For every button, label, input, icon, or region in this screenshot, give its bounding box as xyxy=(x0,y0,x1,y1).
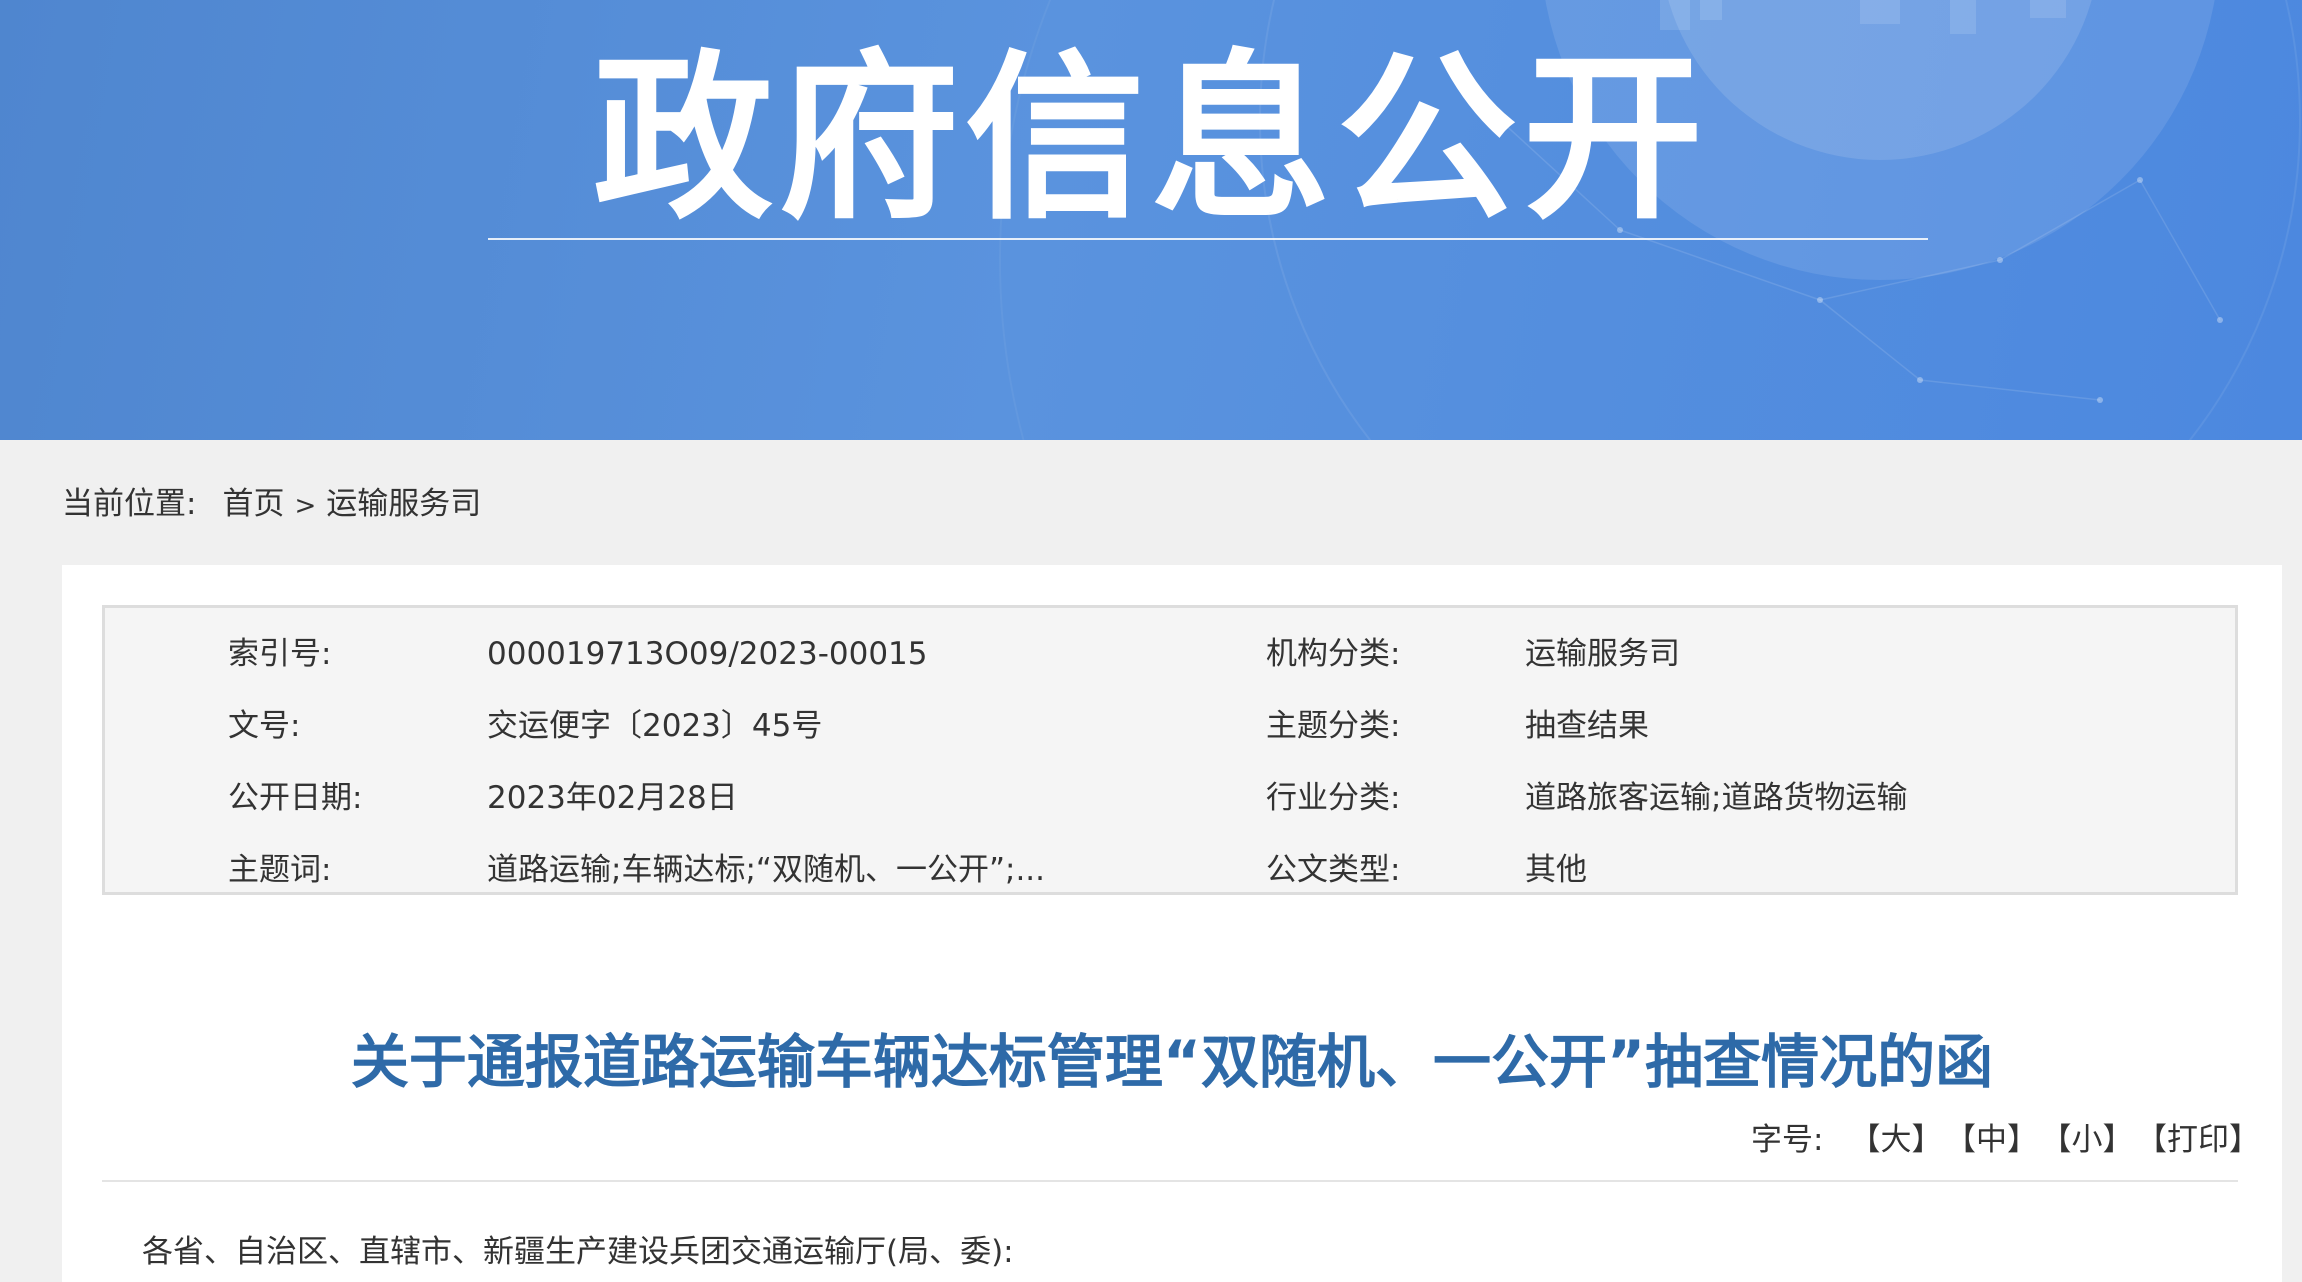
document-salutation: 各省、自治区、直辖市、新疆生产建设兵团交通运输厅(局、委): xyxy=(142,1234,1014,1270)
metadata-row: 主题词: 道路运输;车辆达标;“双随机、一公开”;... 公文类型: 其他 xyxy=(105,834,2235,906)
font-size-label: 字号: xyxy=(1751,1122,1824,1158)
document-metadata-box: 索引号: 000019713O09/2023-00015 机构分类: 运输服务司… xyxy=(102,605,2238,895)
metadata-row: 文号: 交运便字〔2023〕45号 主题分类: 抽查结果 xyxy=(105,690,2235,762)
font-medium-button[interactable]: 【中】 xyxy=(1961,1122,2039,1158)
keywords-label: 主题词: xyxy=(228,852,332,888)
org-category-label: 机构分类: xyxy=(1266,636,1401,672)
metadata-row: 公开日期: 2023年02月28日 行业分类: 道路旅客运输;道路货物运输 xyxy=(105,762,2235,834)
metadata-row: 索引号: 000019713O09/2023-00015 机构分类: 运输服务司 xyxy=(105,618,2235,690)
breadcrumb-label: 当前位置: xyxy=(62,486,197,522)
breadcrumb-separator: > xyxy=(294,491,317,521)
document-type-value: 其他 xyxy=(1525,852,1587,888)
topic-category-label: 主题分类: xyxy=(1266,708,1401,744)
industry-category-value: 道路旅客运输;道路货物运输 xyxy=(1525,780,1908,816)
banner-underline xyxy=(488,238,1928,240)
breadcrumb-home-link[interactable]: 首页 xyxy=(222,486,284,522)
document-number-value: 交运便字〔2023〕45号 xyxy=(487,708,823,744)
publish-date-value: 2023年02月28日 xyxy=(487,780,738,816)
index-number-label: 索引号: xyxy=(228,636,332,672)
content-panel: 索引号: 000019713O09/2023-00015 机构分类: 运输服务司… xyxy=(62,565,2282,1282)
keywords-value: 道路运输;车辆达标;“双随机、一公开”;... xyxy=(487,852,1046,888)
industry-category-label: 行业分类: xyxy=(1266,780,1401,816)
banner-title: 政府信息公开 xyxy=(592,35,1709,244)
topic-category-value: 抽查结果 xyxy=(1525,708,1649,744)
page-banner: 政府信息公开 xyxy=(0,0,2302,440)
document-type-label: 公文类型: xyxy=(1266,852,1401,888)
index-number-value: 000019713O09/2023-00015 xyxy=(487,636,928,672)
breadcrumb-department-link[interactable]: 运输服务司 xyxy=(326,486,481,522)
font-size-toolbar: 字号: 【大】 【中】 【小】 【打印】 xyxy=(1751,1115,2260,1165)
font-large-button[interactable]: 【大】 xyxy=(1850,1122,1943,1158)
org-category-value: 运输服务司 xyxy=(1525,636,1680,672)
publish-date-label: 公开日期: xyxy=(228,780,363,816)
document-number-label: 文号: xyxy=(228,708,301,744)
print-button[interactable]: 【打印】 xyxy=(2152,1122,2261,1158)
breadcrumb: 当前位置: 首页 > 运输服务司 xyxy=(62,478,481,530)
document-title: 关于通报道路运输车辆达标管理“双随机、一公开”抽查情况的函 xyxy=(350,1027,1994,1096)
font-small-button[interactable]: 【小】 xyxy=(2056,1122,2134,1158)
content-divider xyxy=(102,1180,2238,1182)
